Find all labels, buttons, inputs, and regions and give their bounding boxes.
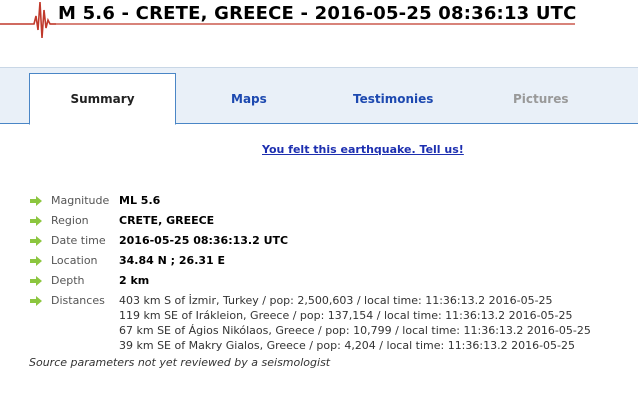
arrow-right-icon [30,256,42,266]
arrow-right-icon [30,296,42,306]
magnitude-value: ML 5.6 [119,194,161,207]
arrow-right-icon [30,276,42,286]
tab-summary[interactable]: Summary [29,73,176,125]
detail-label: Depth [51,274,85,287]
distance-item: 403 km S of İzmir, Turkey / pop: 2,500,6… [119,294,553,307]
depth-value: 2 km [119,274,150,287]
detail-label: Region [51,214,89,227]
date-time-value: 2016-05-25 08:36:13.2 UTC [119,234,289,247]
arrow-right-icon [30,216,42,226]
distance-item: 39 km SE of Makry Gialos, Greece / pop: … [119,339,576,352]
arrow-right-icon [30,196,42,206]
seismogram-baseline [50,23,575,25]
distance-item: 67 km SE of Ágios Nikólaos, Greece / pop… [119,324,591,337]
detail-label: Distances [51,294,105,307]
region-value: CRETE, GREECE [119,214,215,227]
page-header: M 5.6 - CRETE, GREECE - 2016-05-25 08:36… [0,0,638,40]
detail-label: Location [51,254,98,267]
tab-maps[interactable]: Maps [231,92,267,106]
arrow-right-icon [30,236,42,246]
review-note: Source parameters not yet reviewed by a … [29,356,331,369]
distance-item: 119 km SE of Irákleion, Greece / pop: 13… [119,309,573,322]
tab-testimonies[interactable]: Testimonies [353,92,433,106]
felt-earthquake-link[interactable]: You felt this earthquake. Tell us! [262,143,464,156]
tab-bar: Summary Maps Testimonies Pictures [0,67,638,125]
tab-pictures: Pictures [513,92,569,106]
location-value: 34.84 N ; 26.31 E [119,254,226,267]
detail-label: Magnitude [51,194,110,207]
detail-label: Date time [51,234,106,247]
